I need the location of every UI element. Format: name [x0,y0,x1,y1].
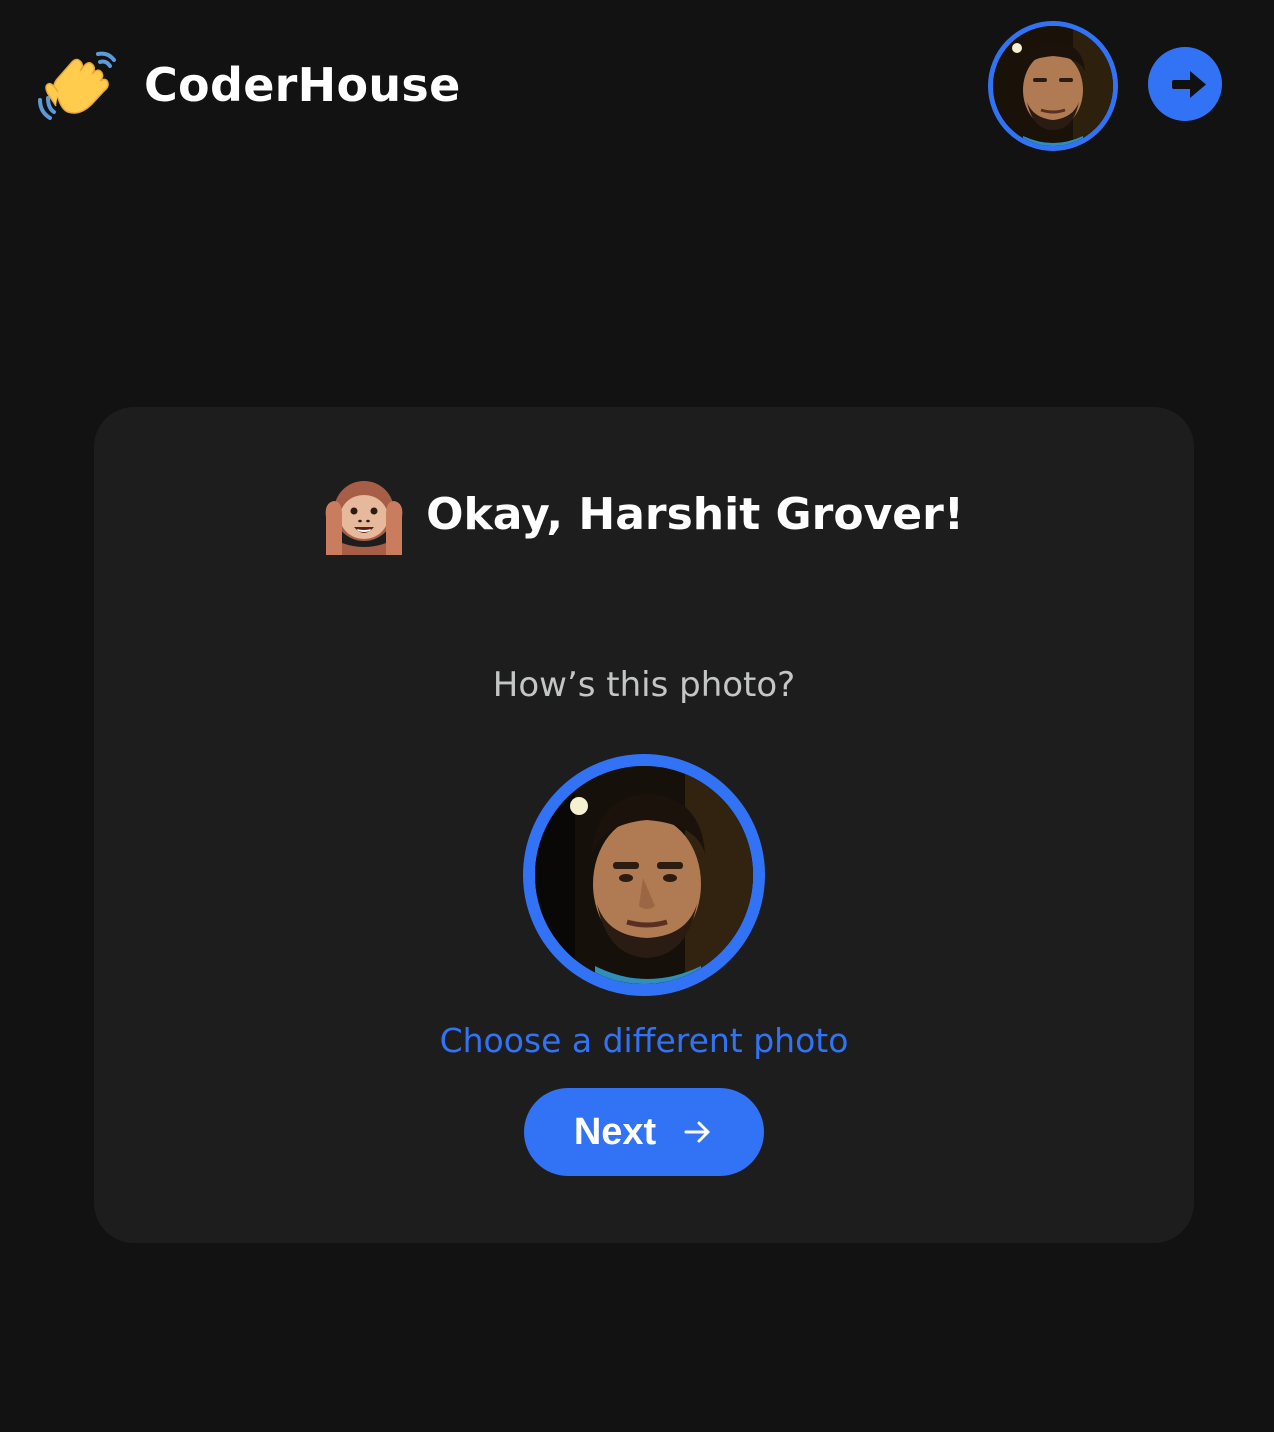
avatar-photo [535,766,753,984]
next-button-label: Next [573,1110,657,1153]
avatar-preview [523,754,765,996]
avatar-photo [993,26,1113,146]
brand-logo-link[interactable]: CoderHouse [36,48,461,122]
arrow-right-icon [656,1116,714,1148]
next-button[interactable]: Next [524,1088,764,1176]
logout-button[interactable] [1148,47,1222,121]
hear-no-evil-monkey-icon [324,473,426,555]
waving-hand-icon [36,48,120,122]
logout-arrow-icon [1172,71,1206,98]
card-title: Okay, Harshit Grover! [426,488,964,540]
card-subtitle: How’s this photo? [492,665,796,705]
top-navbar: CoderHouse [0,0,1274,170]
card-heading: Okay, Harshit Grover! [94,473,1194,555]
brand-name: CoderHouse [144,58,461,112]
photo-confirm-card: Okay, Harshit Grover! How’s this photo? … [94,407,1194,1243]
choose-different-photo-link[interactable]: Choose a different photo [94,1021,1194,1060]
header-avatar[interactable] [988,21,1118,151]
